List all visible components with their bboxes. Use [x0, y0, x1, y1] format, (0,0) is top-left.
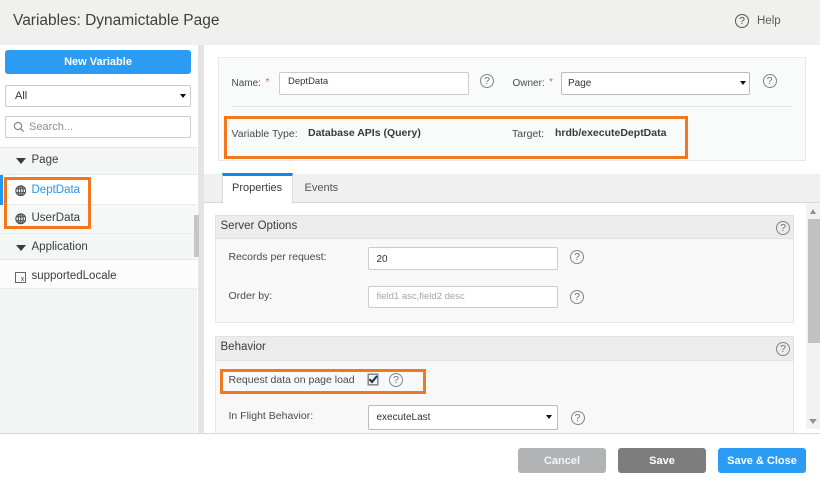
- svg-text:x: x: [21, 276, 25, 283]
